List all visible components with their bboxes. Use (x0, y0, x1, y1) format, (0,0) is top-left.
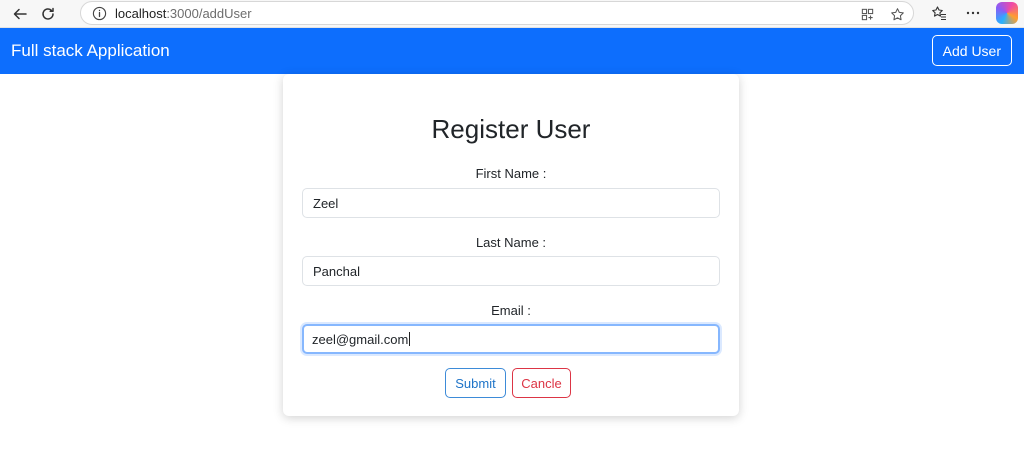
back-arrow-icon[interactable] (6, 2, 34, 26)
submit-button[interactable]: Submit (445, 368, 506, 398)
email-input[interactable]: zeel@gmail.com (302, 324, 720, 354)
last-name-input[interactable]: Panchal (302, 256, 720, 286)
copilot-icon[interactable] (996, 2, 1018, 24)
navbar-brand[interactable]: Full stack Application (11, 41, 170, 61)
favorites-icon[interactable] (928, 2, 950, 24)
email-value: zeel@gmail.com (312, 331, 409, 347)
url-host: localhost (115, 5, 167, 21)
first-name-value: Zeel (313, 195, 339, 211)
app-navbar: Full stack Application Add User (0, 28, 1024, 74)
add-user-button[interactable]: Add User (931, 35, 1012, 66)
more-options-icon[interactable] (962, 2, 984, 24)
first-name-label: First Name : (475, 166, 547, 181)
address-bar[interactable]: localhost:3000/addUser (80, 1, 914, 25)
app-grid-icon[interactable] (857, 4, 877, 24)
last-name-value: Panchal (313, 263, 360, 279)
info-icon[interactable] (87, 6, 111, 21)
first-name-input[interactable]: Zeel (302, 188, 720, 218)
register-user-card: Register User First Name : Zeel Last Nam… (283, 74, 739, 416)
url-path: :3000/addUser (166, 5, 252, 21)
url-text: localhost:3000/addUser (115, 6, 252, 21)
refresh-icon[interactable] (34, 2, 62, 26)
last-name-label: Last Name : (475, 235, 547, 250)
text-caret (409, 332, 411, 346)
browser-toolbar: localhost:3000/addUser (0, 0, 1024, 28)
cancel-button[interactable]: Cancle (512, 368, 571, 398)
email-label: Email : (491, 303, 531, 318)
star-favorite-icon[interactable] (887, 4, 907, 24)
copilot-logo (996, 2, 1018, 24)
page-title: Register User (431, 114, 591, 144)
